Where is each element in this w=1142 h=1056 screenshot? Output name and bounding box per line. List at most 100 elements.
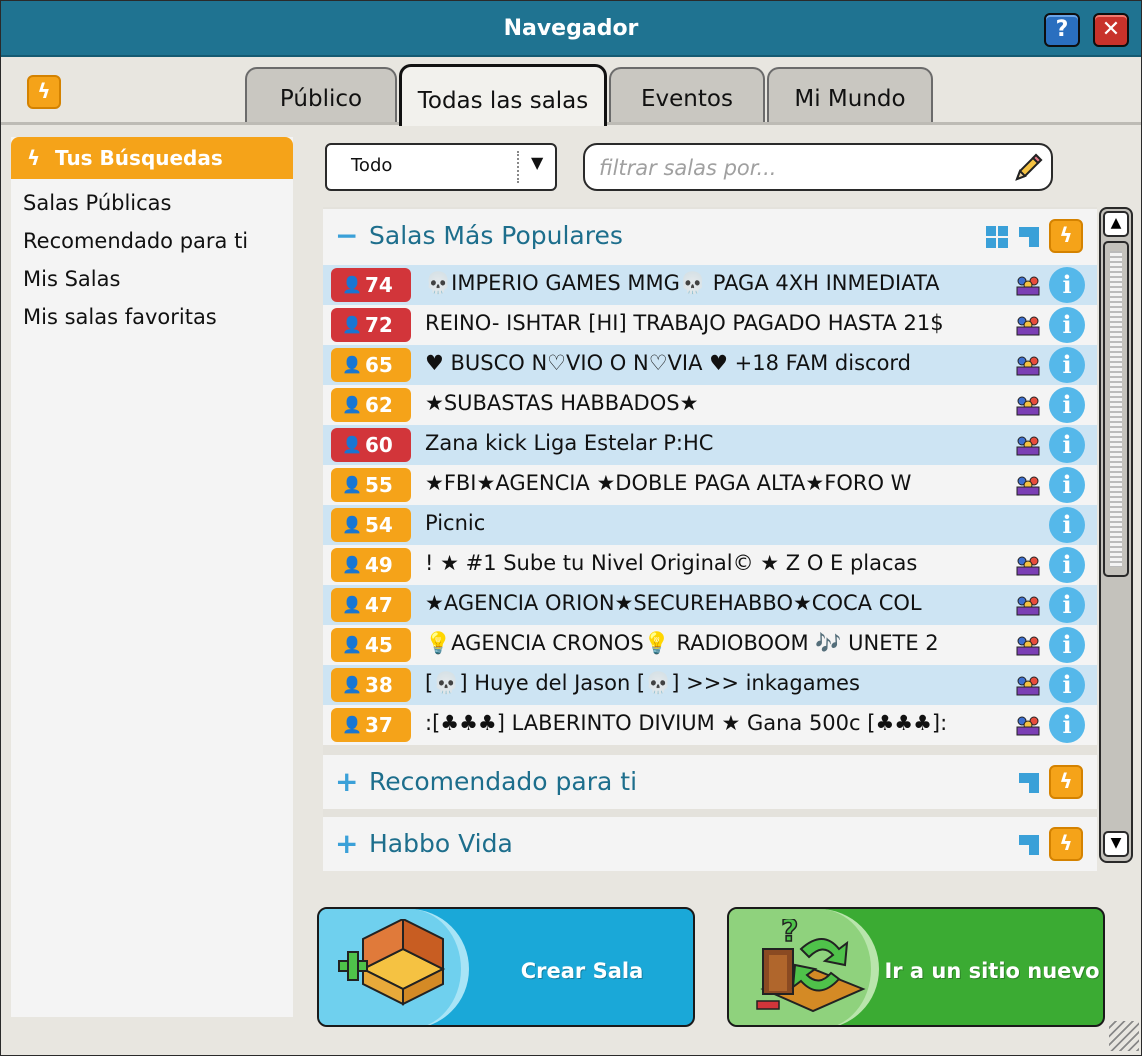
sidebar-item-mis-salas[interactable]: Mis Salas: [23, 267, 120, 291]
info-icon[interactable]: i: [1049, 427, 1085, 463]
group-icon[interactable]: [1015, 353, 1041, 377]
room-name: [💀] Huye del Jason [💀] >>> inkagames: [425, 671, 860, 695]
user-count-badge: 👤 38: [331, 668, 411, 702]
tab-mi-mundo[interactable]: Mi Mundo: [767, 67, 933, 123]
room-row[interactable]: 👤 45 💡AGENCIA CRONOS💡 RADIOBOOM 🎶 UNETE 2 i: [323, 625, 1097, 665]
group-icon[interactable]: [1015, 633, 1041, 657]
tab-todas-las-salas[interactable]: Todas las salas: [399, 64, 607, 126]
room-row[interactable]: 👤 65 ♥ BUSCO N♡VIO O N♡VIA ♥ +18 FAM disco…: [323, 345, 1097, 385]
info-icon[interactable]: i: [1049, 387, 1085, 423]
group-icon[interactable]: [1015, 593, 1041, 617]
room-row[interactable]: 👤 74 💀IMPERIO GAMES MMG💀 PAGA 4XH INMEDIAT…: [323, 265, 1097, 305]
group-icon[interactable]: [1015, 393, 1041, 417]
group-icon[interactable]: [1015, 273, 1041, 297]
sidebar-item-recomendado[interactable]: Recomendado para ti: [23, 229, 248, 253]
user-count-badge: 👤 74: [331, 268, 411, 302]
info-icon[interactable]: i: [1049, 667, 1085, 703]
group-icon[interactable]: [1015, 473, 1041, 497]
info-icon[interactable]: i: [1049, 507, 1085, 543]
group-icon[interactable]: [1015, 553, 1041, 577]
user-count-badge: 👤 60: [331, 428, 411, 462]
scroll-up-icon[interactable]: ▲: [1103, 211, 1129, 237]
expand-view-icon[interactable]: [1017, 225, 1041, 249]
user-count: 47: [365, 593, 393, 617]
user-count: 49: [365, 553, 393, 577]
scrollbar[interactable]: ▲ ▼: [1099, 207, 1133, 863]
go-random-room-button[interactable]: ? Ir a un sitio nuevo: [727, 907, 1105, 1027]
create-room-button[interactable]: Crear Sala: [317, 907, 695, 1027]
info-icon[interactable]: i: [1049, 547, 1085, 583]
user-icon: 👤: [342, 675, 362, 694]
lightning-icon[interactable]: ϟ: [27, 75, 61, 109]
expand-icon[interactable]: +: [335, 827, 358, 860]
room-name: ★AGENCIA ORION★SECUREHABBO★COCA COL: [425, 591, 922, 615]
sidebar-header[interactable]: ϟ Tus Búsquedas: [11, 137, 293, 179]
scroll-thumb[interactable]: [1103, 241, 1129, 577]
info-icon[interactable]: i: [1049, 467, 1085, 503]
resize-handle[interactable]: [1109, 1021, 1139, 1051]
info-icon[interactable]: i: [1049, 587, 1085, 623]
expand-icon[interactable]: +: [335, 765, 358, 798]
user-icon: 👤: [342, 435, 362, 454]
section-popular[interactable]: − Salas Más Populares ϟ: [323, 209, 1097, 263]
group-icon[interactable]: [1015, 673, 1041, 697]
sidebar-item-favoritas[interactable]: Mis salas favoritas: [23, 305, 217, 329]
room-name: 💀IMPERIO GAMES MMG💀 PAGA 4XH INMEDIATA: [425, 271, 940, 295]
expand-view-icon[interactable]: [1017, 833, 1041, 857]
room-row[interactable]: 👤 47 ★AGENCIA ORION★SECUREHABBO★COCA COL i: [323, 585, 1097, 625]
sidebar: ϟ Tus Búsquedas Salas Públicas Recomenda…: [11, 137, 293, 1017]
filter-dropdown[interactable]: Todo ▼: [325, 143, 557, 191]
room-name: ★SUBASTAS HABBADOS★: [425, 391, 699, 415]
room-name: ★FBI★AGENCIA ★DOBLE PAGA ALTA★FORO W: [425, 471, 912, 495]
scroll-down-icon[interactable]: ▼: [1103, 831, 1129, 857]
section-title: Recomendado para ti: [369, 767, 638, 796]
info-icon[interactable]: i: [1049, 347, 1085, 383]
title-bar[interactable]: Navegador ? ✕: [1, 1, 1141, 57]
help-button[interactable]: ?: [1044, 13, 1080, 47]
user-count: 45: [365, 633, 393, 657]
group-icon[interactable]: [1015, 433, 1041, 457]
collapse-icon[interactable]: −: [335, 219, 358, 252]
user-count: 62: [365, 393, 393, 417]
section-recomendado[interactable]: + Recomendado para ti ϟ: [323, 755, 1097, 809]
lightning-icon[interactable]: ϟ: [1049, 765, 1083, 799]
window-title: Navegador: [503, 16, 639, 41]
group-icon[interactable]: [1015, 313, 1041, 337]
close-button[interactable]: ✕: [1093, 13, 1129, 47]
user-count-badge: 👤 55: [331, 468, 411, 502]
expand-view-icon[interactable]: [1017, 771, 1041, 795]
tab-eventos[interactable]: Eventos: [609, 67, 765, 123]
user-count: 74: [365, 273, 393, 297]
group-icon[interactable]: [1015, 713, 1041, 737]
section-title: Salas Más Populares: [369, 221, 623, 250]
lightning-icon[interactable]: ϟ: [1049, 219, 1083, 253]
user-icon: 👤: [342, 715, 362, 734]
info-icon[interactable]: i: [1049, 707, 1085, 743]
grid-view-icon[interactable]: [985, 225, 1009, 249]
room-row[interactable]: 👤 55 ★FBI★AGENCIA ★DOBLE PAGA ALTA★FORO W i: [323, 465, 1097, 505]
filter-input[interactable]: [599, 155, 999, 181]
filter-field[interactable]: [583, 143, 1053, 191]
room-row[interactable]: 👤 37:[♣♣♣] LABERINTO DIVIUM ★ Gana 500c […: [323, 705, 1097, 745]
create-room-label: Crear Sala: [520, 959, 644, 983]
room-results: − Salas Más Populares ϟ 👤 74 💀IMPERIO GAME…: [323, 207, 1097, 871]
chevron-down-icon: ▼: [531, 153, 544, 172]
room-name: Zana kick Liga Estelar P:HC: [425, 431, 714, 455]
room-row[interactable]: 👤 38 [💀] Huye del Jason [💀] >>> inkagames i: [323, 665, 1097, 705]
pencil-icon[interactable]: [1011, 151, 1045, 185]
room-row[interactable]: 👤 49 ! ★ #1 Sube tu Nivel Original© ★ Z O …: [323, 545, 1097, 585]
section-habbo-vida[interactable]: + Habbo Vida ϟ: [323, 817, 1097, 871]
user-icon: 👤: [342, 555, 362, 574]
room-row[interactable]: 👤 60 Zana kick Liga Estelar P:HC i: [323, 425, 1097, 465]
room-row[interactable]: 👤 62 ★SUBASTAS HABBADOS★ i: [323, 385, 1097, 425]
user-icon: 👤: [342, 275, 362, 294]
info-icon[interactable]: i: [1049, 267, 1085, 303]
info-icon[interactable]: i: [1049, 627, 1085, 663]
room-row[interactable]: 👤 72 REINO- ISHTAR [HI] TRABAJO PAGADO HAS…: [323, 305, 1097, 345]
room-row[interactable]: 👤 54 Picnic i: [323, 505, 1097, 545]
info-icon[interactable]: i: [1049, 307, 1085, 343]
user-count-badge: 👤 49: [331, 548, 411, 582]
sidebar-item-salas-publicas[interactable]: Salas Públicas: [23, 191, 171, 215]
lightning-icon[interactable]: ϟ: [1049, 827, 1083, 861]
tab-publico[interactable]: Público: [245, 67, 397, 123]
